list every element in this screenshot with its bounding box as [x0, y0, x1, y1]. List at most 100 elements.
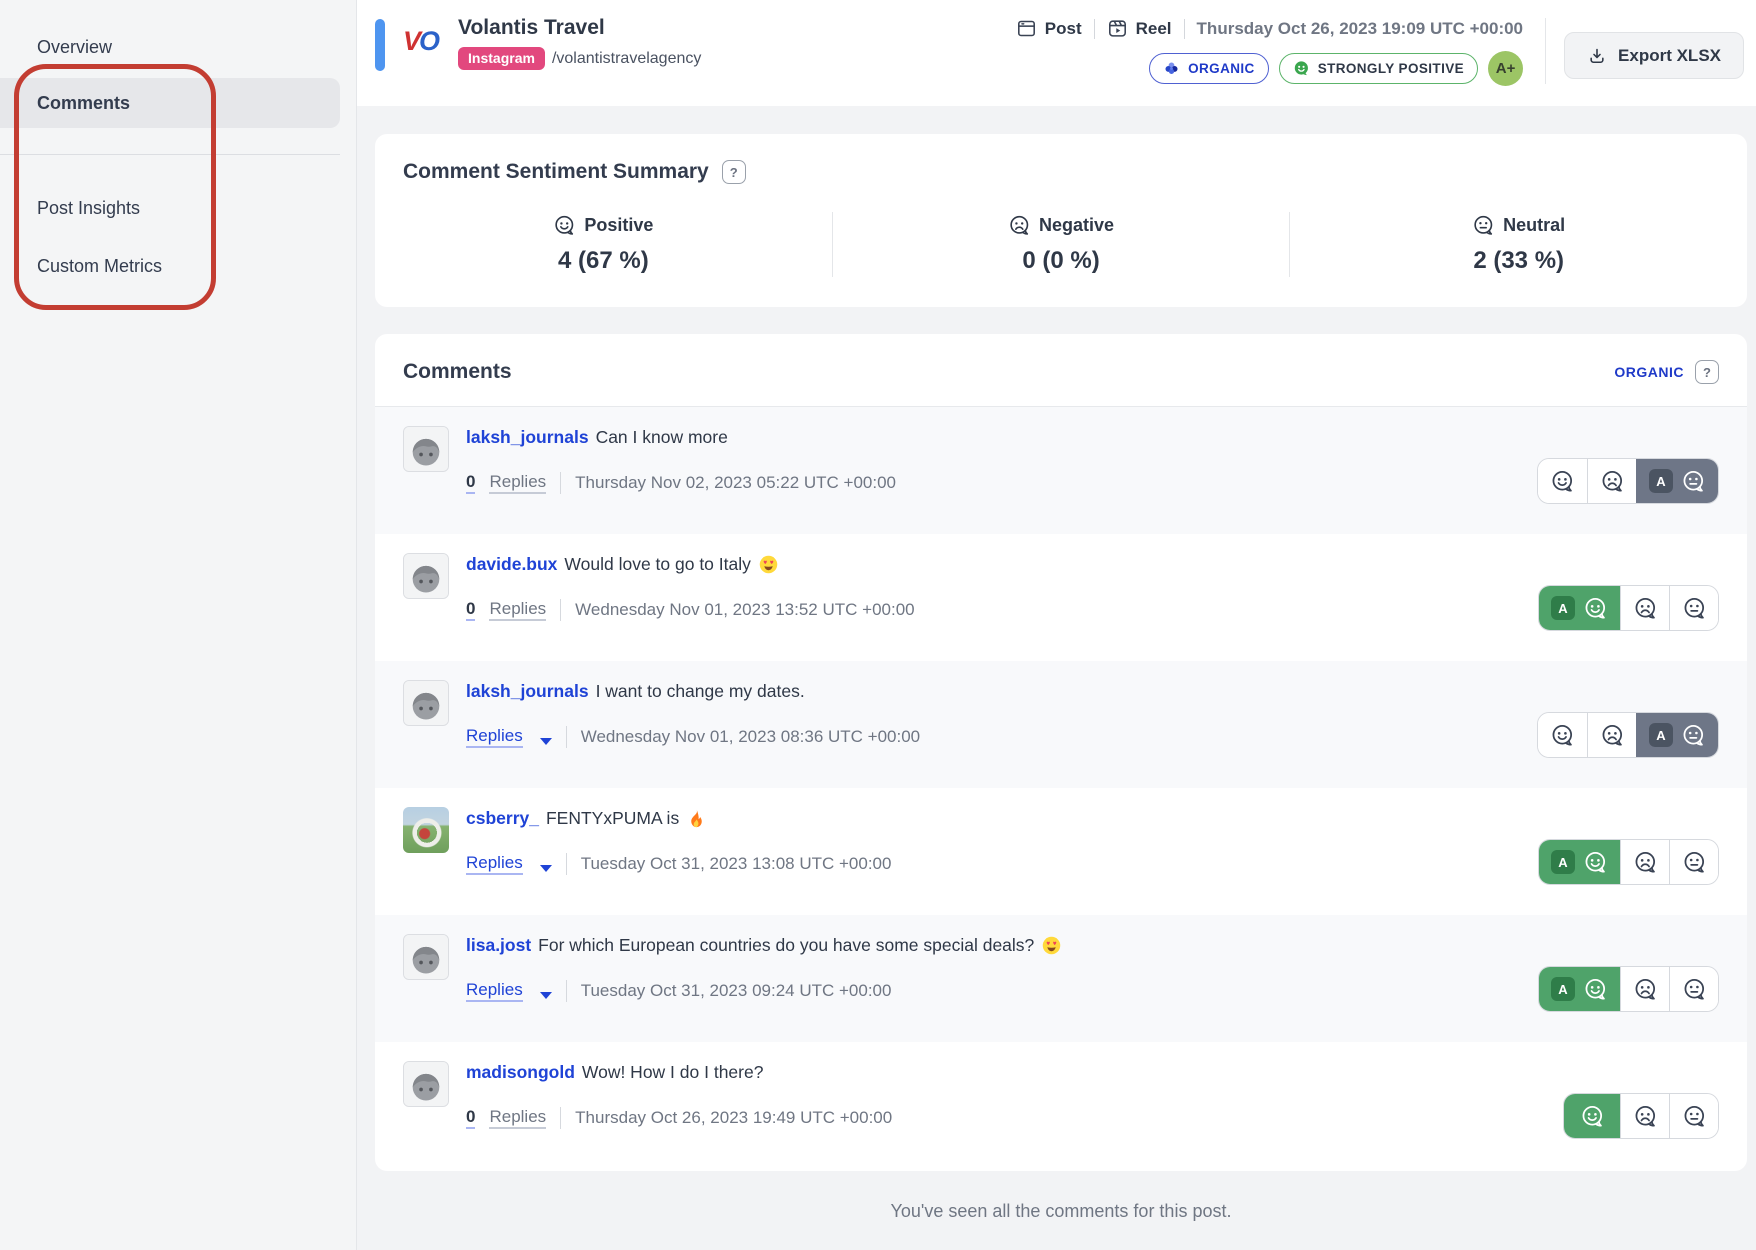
positive-value: 4 (67 %): [375, 247, 832, 275]
neutral-sentiment-button[interactable]: [1669, 967, 1718, 1011]
replies-link[interactable]: Replies: [489, 598, 546, 621]
neutral-sentiment-button[interactable]: [1669, 1094, 1718, 1138]
instagram-badge: Instagram: [458, 47, 545, 70]
account-handle: /volantistravelagency: [552, 50, 701, 68]
help-icon[interactable]: ?: [722, 160, 746, 184]
positive-face-icon: [553, 214, 576, 237]
negative-sentiment-button[interactable]: [1587, 713, 1636, 757]
replies-count[interactable]: 0: [466, 1106, 475, 1129]
end-of-comments-message: You've seen all the comments for this po…: [366, 1201, 1756, 1222]
sentiment-summary-card: Comment Sentiment Summary ? Positive 4 (…: [375, 134, 1747, 307]
negative-sentiment-button[interactable]: [1620, 967, 1669, 1011]
comment-text: For which European countries do you have…: [538, 935, 1034, 956]
smile-icon: [1583, 596, 1608, 621]
sentiment-badge: STRONGLY POSITIVE: [1279, 53, 1478, 84]
auto-sentiment-badge: A: [1649, 723, 1673, 747]
post-meta: Post Reel Thursday Oct 26, 2023 19:09 UT…: [1016, 16, 1523, 86]
neutral-icon: [1681, 469, 1706, 494]
summary-title: Comment Sentiment Summary: [403, 160, 709, 184]
sidebar: Overview Comments Post Insights Custom M…: [0, 0, 357, 1250]
post-icon: [1016, 18, 1037, 39]
auto-sentiment-badge: A: [1649, 469, 1673, 493]
accent-bar: [375, 19, 385, 71]
comment-row: lisa.jost For which European countries d…: [375, 915, 1747, 1042]
sidebar-item-custom-metrics[interactable]: Custom Metrics: [0, 243, 356, 289]
positive-sentiment-button[interactable]: [1538, 459, 1587, 503]
comment-username[interactable]: laksh_journals: [466, 681, 589, 702]
frown-icon: [1633, 596, 1658, 621]
positive-sentiment-button[interactable]: [1538, 713, 1587, 757]
vertical-divider: [1545, 18, 1546, 84]
separator: [566, 726, 567, 748]
comment-username[interactable]: madisongold: [466, 1062, 575, 1083]
separator: [560, 599, 561, 621]
neutral-sentiment-button[interactable]: [1669, 586, 1718, 630]
smile-icon: [1550, 469, 1575, 494]
export-xlsx-button[interactable]: Export XLSX: [1564, 32, 1744, 79]
grade-badge: A+: [1488, 51, 1523, 86]
positive-sentiment-button-selected[interactable]: A: [1539, 586, 1620, 630]
auto-sentiment-badge: A: [1551, 596, 1575, 620]
sidebar-item-overview[interactable]: Overview: [0, 24, 356, 70]
positive-face-icon: [1293, 60, 1310, 77]
help-icon[interactable]: ?: [1695, 360, 1719, 384]
neutral-sentiment-button[interactable]: [1669, 840, 1718, 884]
download-icon: [1587, 46, 1607, 66]
frown-icon: [1600, 723, 1625, 748]
heart-eyes-emoji: [758, 554, 779, 575]
comment-username[interactable]: laksh_journals: [466, 427, 589, 448]
sidebar-item-comments[interactable]: Comments: [0, 78, 340, 128]
reel-type: Reel: [1107, 18, 1172, 39]
neutral-sentiment-button-selected[interactable]: A: [1636, 459, 1718, 503]
organic-filter-label: ORGANIC: [1614, 364, 1684, 380]
replies-link[interactable]: Replies: [489, 471, 546, 494]
replies-count[interactable]: 0: [466, 598, 475, 621]
positive-sentiment-button-selected[interactable]: A: [1539, 967, 1620, 1011]
replies-count[interactable]: 0: [466, 471, 475, 494]
smile-icon: [1583, 977, 1608, 1002]
comment-username[interactable]: davide.bux: [466, 554, 557, 575]
negative-value: 0 (0 %): [833, 247, 1290, 275]
sidebar-item-post-insights[interactable]: Post Insights: [0, 185, 356, 231]
neutral-icon: [1682, 1104, 1707, 1129]
chevron-down-icon[interactable]: [540, 992, 552, 999]
comment-date: Thursday Oct 26, 2023 19:49 UTC +00:00: [575, 1108, 892, 1128]
positive-sentiment-button-selected[interactable]: A: [1539, 840, 1620, 884]
sentiment-button-group: A: [1537, 712, 1719, 758]
negative-sentiment-button[interactable]: [1620, 586, 1669, 630]
avatar-photo: [403, 807, 449, 853]
replies-expand-link[interactable]: Replies: [466, 725, 523, 748]
chevron-down-icon[interactable]: [540, 865, 552, 872]
comment-date: Tuesday Oct 31, 2023 09:24 UTC +00:00: [581, 981, 892, 1001]
chevron-down-icon[interactable]: [540, 738, 552, 745]
account-name: Volantis Travel: [458, 16, 701, 40]
neutral-value: 2 (33 %): [1290, 247, 1747, 275]
neutral-icon: [1682, 596, 1707, 621]
negative-sentiment-button[interactable]: [1620, 1094, 1669, 1138]
neutral-sentiment-button-selected[interactable]: A: [1636, 713, 1718, 757]
negative-sentiment-button[interactable]: [1620, 840, 1669, 884]
negative-sentiment-button[interactable]: [1587, 459, 1636, 503]
sentiment-button-group: A: [1538, 839, 1719, 885]
replies-link[interactable]: Replies: [489, 1106, 546, 1129]
smile-icon: [1583, 850, 1608, 875]
frown-icon: [1633, 977, 1658, 1002]
comment-username[interactable]: csberry_: [466, 808, 539, 829]
reel-icon: [1107, 18, 1128, 39]
positive-sentiment-button-selected[interactable]: [1564, 1094, 1620, 1138]
separator: [560, 472, 561, 494]
fire-emoji: [686, 808, 707, 829]
frown-icon: [1633, 1104, 1658, 1129]
organic-flower-icon: [1163, 60, 1180, 77]
replies-expand-link[interactable]: Replies: [466, 979, 523, 1002]
neutral-icon: [1682, 850, 1707, 875]
comment-row: csberry_ FENTYxPUMA is Replies Tuesday O…: [375, 788, 1747, 915]
comment-username[interactable]: lisa.jost: [466, 935, 531, 956]
heart-eyes-emoji: [1041, 935, 1062, 956]
replies-expand-link[interactable]: Replies: [466, 852, 523, 875]
sentiment-button-group: A: [1538, 966, 1719, 1012]
sentiment-button-group: A: [1537, 458, 1719, 504]
separator: [1094, 19, 1095, 39]
comment-date: Thursday Nov 02, 2023 05:22 UTC +00:00: [575, 473, 896, 493]
smile-icon: [1550, 723, 1575, 748]
